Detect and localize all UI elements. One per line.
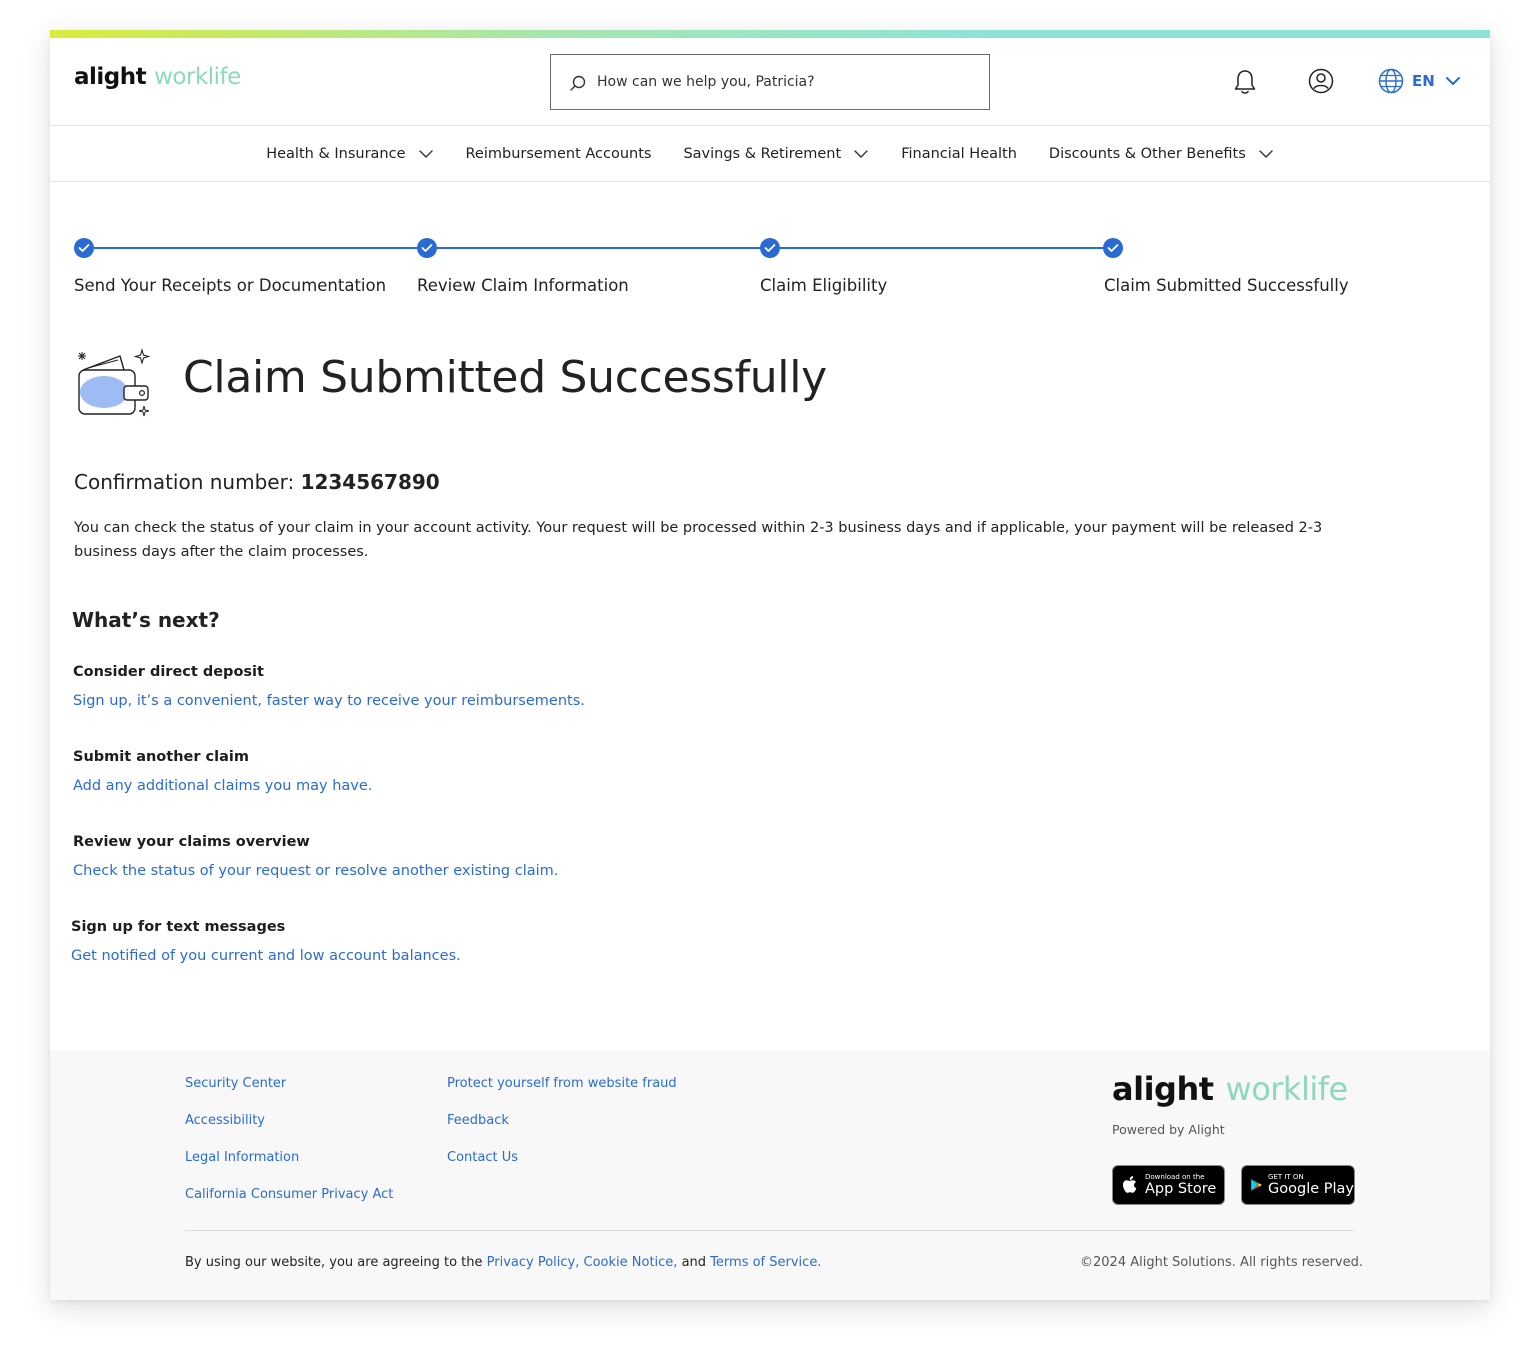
wallet-sparkle-icon <box>78 348 151 417</box>
nav-item-label: Health & Insurance <box>266 146 406 162</box>
legal-agreement-text: By using our website, you are agreeing t… <box>185 1255 821 1270</box>
confirmation-number: 1234567890 <box>300 470 440 494</box>
text-message-signup-link[interactable]: Get notified of you current and low acco… <box>71 948 461 964</box>
direct-deposit-signup-link[interactable]: Sign up, it’s a convenient, faster way t… <box>73 693 585 709</box>
footer-link-ccpa[interactable]: California Consumer Privacy Act <box>185 1187 393 1202</box>
nav-item-label: Financial Health <box>901 146 1017 162</box>
step-label-claim-eligibility: Claim Eligibility <box>760 276 888 295</box>
next-title-text-messages: Sign up for text messages <box>71 919 286 935</box>
google-play-icon <box>1251 1179 1262 1191</box>
stepper-connector <box>437 247 760 249</box>
language-selector[interactable]: EN <box>1378 68 1461 94</box>
nav-item-label: Reimbursement Accounts <box>465 146 652 162</box>
footer-link-feedback[interactable]: Feedback <box>447 1113 509 1128</box>
privacy-policy-link[interactable]: Privacy Policy, <box>487 1255 580 1270</box>
globe-icon <box>1378 68 1404 94</box>
google-play-badge[interactable]: GET IT ON Google Play <box>1241 1165 1355 1205</box>
app-store-big-text: App Store <box>1145 1181 1217 1197</box>
footer-divider <box>185 1230 1355 1231</box>
nav-item-reimbursement-accounts[interactable]: Reimbursement Accounts <box>466 146 652 162</box>
app-store-small-text: Download on the <box>1145 1173 1205 1181</box>
nav-item-label: Savings & Retirement <box>683 146 842 162</box>
powered-by-text: Powered by Alight <box>1112 1122 1225 1137</box>
footer-link-website-fraud[interactable]: Protect yourself from website fraud <box>447 1076 677 1091</box>
step-label-review-claim: Review Claim Information <box>417 276 629 295</box>
nav-divider <box>50 181 1490 182</box>
add-additional-claims-link[interactable]: Add any additional claims you may have. <box>73 778 372 794</box>
step-complete-check-icon <box>1103 238 1123 258</box>
chevron-down-icon <box>1259 150 1273 158</box>
google-play-big-text: Google Play <box>1268 1181 1354 1197</box>
alight-worklife-logo[interactable]: alight worklife <box>74 64 241 90</box>
language-label: EN <box>1412 72 1435 90</box>
app-window: alightworklife EN Health & Insuran <box>50 30 1490 1300</box>
next-title-submit-another-claim: Submit another claim <box>73 749 249 765</box>
footer-link-legal-information[interactable]: Legal Information <box>185 1150 299 1165</box>
next-title-direct-deposit: Consider direct deposit <box>73 664 264 680</box>
step-complete-check-icon <box>760 238 780 258</box>
google-play-small-text: GET IT ON <box>1268 1173 1304 1181</box>
footer-link-contact-us[interactable]: Contact Us <box>447 1150 518 1165</box>
next-title-claims-overview: Review your claims overview <box>73 834 310 850</box>
legal-and-text: and <box>681 1255 707 1270</box>
page-title: Claim Submitted Successfully <box>183 352 827 403</box>
check-request-status-link[interactable]: Check the status of your request or reso… <box>73 863 558 879</box>
progress-stepper: Send Your Receipts or Documentation Revi… <box>74 238 1454 318</box>
footer-alight-worklife-logo: alight worklife <box>1112 1070 1348 1108</box>
user-profile-icon[interactable] <box>1308 68 1334 94</box>
bell-icon[interactable] <box>1232 68 1258 96</box>
copyright-text: ©2024 Alight Solutions. All rights reser… <box>1080 1255 1363 1270</box>
logo-alight-text: alight <box>74 64 147 90</box>
step-complete-check-icon <box>74 238 94 258</box>
terms-of-service-link[interactable]: Terms of Service. <box>710 1255 821 1270</box>
footer-link-security-center[interactable]: Security Center <box>185 1076 286 1091</box>
nav-item-financial-health[interactable]: Financial Health <box>901 146 1017 162</box>
chevron-down-icon <box>854 150 868 158</box>
legal-prefix-text: By using our website, you are agreeing t… <box>185 1255 483 1270</box>
main-navigation: Health & Insurance Reimbursement Account… <box>50 126 1490 182</box>
apple-icon <box>1123 1176 1137 1193</box>
footer-logo-alight-text: alight <box>1112 1070 1214 1108</box>
cookie-notice-link[interactable]: Cookie Notice, <box>584 1255 678 1270</box>
search-input[interactable] <box>597 69 977 95</box>
claim-status-description: You can check the status of your claim i… <box>74 520 1323 560</box>
step-label-send-receipts: Send Your Receipts or Documentation <box>74 276 387 295</box>
stepper-connector <box>94 247 417 249</box>
confirmation-label: Confirmation number: <box>74 470 295 494</box>
whats-next-heading: What’s next? <box>72 608 220 632</box>
chevron-down-icon <box>418 150 433 158</box>
nav-item-label: Discounts & Other Benefits <box>1048 146 1246 162</box>
stepper-connector <box>780 247 1103 249</box>
footer-link-accessibility[interactable]: Accessibility <box>185 1113 265 1128</box>
chevron-down-icon <box>1445 77 1460 85</box>
app-store-badge[interactable]: Download on the App Store <box>1112 1165 1225 1205</box>
logo-worklife-text: worklife <box>154 64 241 90</box>
nav-item-savings-retirement[interactable]: Savings & Retirement <box>683 146 869 162</box>
nav-item-health-insurance[interactable]: Health & Insurance <box>266 146 433 162</box>
search-box[interactable] <box>550 54 990 110</box>
page-footer: Security Center Accessibility Legal Info… <box>50 1050 1490 1300</box>
nav-item-discounts-other-benefits[interactable]: Discounts & Other Benefits <box>1049 146 1274 162</box>
step-label-claim-submitted: Claim Submitted Successfully <box>1104 276 1349 295</box>
search-icon <box>570 75 586 91</box>
confirmation-number-line: Confirmation number: 1234567890 <box>74 470 440 494</box>
top-gradient-bar <box>50 30 1490 38</box>
step-complete-check-icon <box>417 238 437 258</box>
footer-logo-worklife-text: worklife <box>1225 1070 1349 1108</box>
